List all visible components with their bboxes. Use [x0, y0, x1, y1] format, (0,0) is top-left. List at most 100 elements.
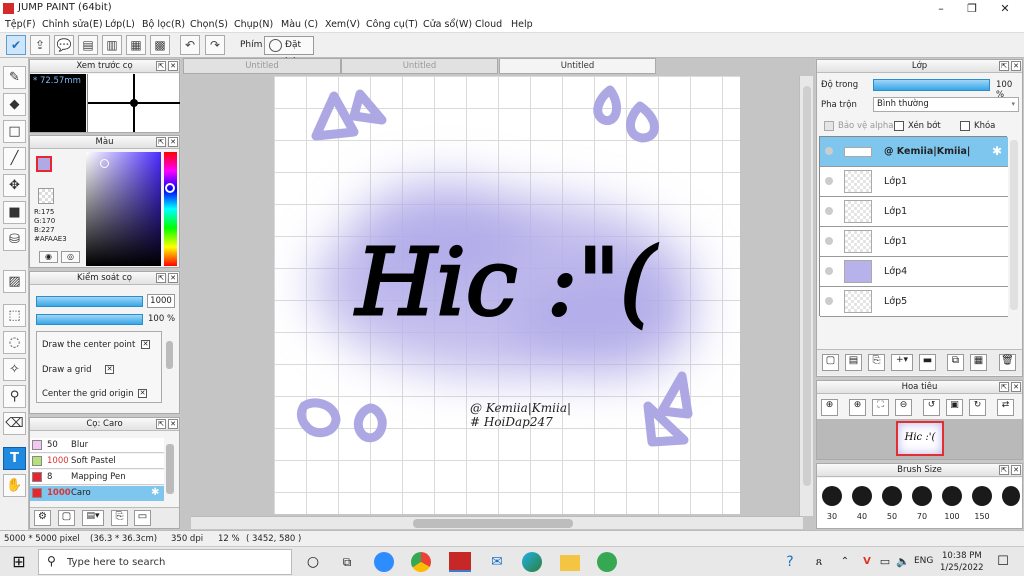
mail-icon[interactable]: ✉ — [486, 551, 508, 573]
folder-icon[interactable]: ▬ — [919, 354, 936, 371]
menu-edit[interactable]: Chỉnh sửa(E) — [42, 19, 103, 30]
layer-list-scrollbar[interactable] — [1010, 140, 1018, 310]
flip-icon[interactable]: ⇄ — [997, 399, 1014, 416]
foreground-color-swatch[interactable] — [36, 156, 52, 172]
saturation-value-picker[interactable] — [86, 152, 161, 266]
menu-filter[interactable]: Bộ lọc(R) — [142, 19, 185, 30]
vertical-scrollbar[interactable] — [799, 76, 813, 516]
hand-tool-icon[interactable]: ✋ — [3, 474, 26, 497]
brush-copy-icon[interactable]: ⎘ — [111, 510, 128, 526]
panel-close-icon[interactable]: ✕ — [1011, 382, 1021, 392]
merge-icon[interactable]: ⧉ — [947, 354, 964, 371]
menu-capture[interactable]: Chụp(N) — [234, 19, 273, 30]
help-icon[interactable]: ? — [779, 551, 801, 573]
menu-color[interactable]: Màu (C) — [281, 19, 318, 30]
eraser-tool-icon[interactable]: ◆ — [3, 93, 26, 116]
brush-item-blur[interactable]: 50 Blur — [30, 438, 164, 453]
options-scrollbar[interactable] — [166, 341, 173, 369]
rotate-right-icon[interactable]: ↻ — [969, 399, 986, 416]
export-icon[interactable]: ⇪ — [30, 35, 50, 55]
folder-icon[interactable]: ▭ — [134, 510, 151, 526]
panel-close-icon[interactable]: ✕ — [168, 137, 178, 147]
layer-row[interactable]: @ Kemiia|Kmiia| ✱ — [820, 137, 1008, 167]
visibility-icon[interactable] — [825, 177, 833, 185]
undo-button[interactable]: ↶ — [180, 35, 200, 55]
panel-float-icon[interactable]: ⇱ — [999, 382, 1009, 392]
rotate-left-icon[interactable]: ↺ — [923, 399, 940, 416]
grid-origin-checkbox[interactable]: ✕ — [138, 389, 147, 398]
fill-rect-icon[interactable]: ■ — [3, 201, 26, 224]
panel-close-icon[interactable]: ✕ — [168, 419, 178, 429]
chevron-up-icon[interactable]: ⌃ — [834, 551, 856, 573]
brush-size-dot[interactable] — [912, 486, 932, 506]
close-button[interactable]: ✕ — [990, 1, 1020, 16]
check-icon[interactable]: ✔ — [6, 35, 26, 55]
drawing-canvas[interactable]: Hic :"( @ Kemiia|Kmiia| # HoiDap247 — [274, 76, 740, 514]
draw-grid-checkbox[interactable]: ✕ — [105, 365, 114, 374]
panel-close-icon[interactable]: ✕ — [1011, 61, 1021, 71]
brush-size-slider[interactable] — [36, 296, 143, 307]
app-green-icon[interactable] — [597, 552, 617, 572]
document-icon[interactable]: ▥ — [102, 35, 122, 55]
brush-opacity-slider[interactable] — [36, 314, 143, 325]
brush-size-field[interactable]: 1000 — [147, 294, 175, 308]
select-eraser-icon[interactable]: ⌫ — [3, 412, 26, 435]
clock-date[interactable]: 1/25/2022 — [940, 563, 984, 573]
tab-untitled-3[interactable]: Untitled — [499, 58, 656, 74]
windows-start-icon[interactable]: ⊞ — [8, 551, 30, 573]
task-view-icon[interactable]: ⧉ — [336, 551, 358, 573]
zoom-in-icon[interactable]: ⊕ — [849, 399, 866, 416]
layer-settings-icon[interactable]: ▦ — [970, 354, 987, 371]
brush-size-dot[interactable] — [822, 486, 842, 506]
panel-float-icon[interactable]: ⇱ — [999, 465, 1009, 475]
visibility-icon[interactable] — [825, 237, 833, 245]
menu-help[interactable]: Help — [511, 19, 533, 30]
jump-paint-app-icon[interactable] — [449, 552, 471, 572]
tab-untitled-1[interactable]: Untitled — [183, 58, 341, 74]
clock-time[interactable]: 10:38 PM — [942, 551, 982, 561]
menu-window[interactable]: Cửa sổ(W) — [423, 19, 472, 30]
panel-close-icon[interactable]: ✕ — [168, 61, 178, 71]
protect-alpha-checkbox[interactable] — [824, 121, 834, 131]
trash-icon[interactable]: 🗑 — [999, 354, 1016, 371]
brush-item-soft-pastel[interactable]: 1000 Soft Pastel — [30, 454, 164, 469]
reset-button[interactable]: Đặt lại — [264, 36, 314, 67]
blend-mode-select[interactable]: Bình thường ▾ — [873, 97, 1019, 112]
tab-untitled-2[interactable]: Untitled — [341, 58, 498, 74]
comment-icon[interactable]: 💬 — [54, 35, 74, 55]
speaker-icon[interactable]: 🔈 — [892, 551, 914, 573]
horizontal-scrollbar[interactable] — [191, 516, 803, 529]
clip-checkbox[interactable] — [894, 121, 904, 131]
layer-row[interactable]: Lớp5 — [820, 287, 1008, 317]
move-tool-icon[interactable]: ✥ — [3, 174, 26, 197]
minimize-button[interactable]: – — [926, 1, 956, 16]
navigator-view[interactable]: Hic :'( — [817, 419, 1022, 459]
file-explorer-icon[interactable] — [560, 555, 580, 571]
hue-slider[interactable] — [164, 152, 177, 266]
gear-icon[interactable]: ✱ — [992, 144, 1002, 158]
zoom-fit-icon[interactable]: ⊕ — [821, 399, 838, 416]
notification-icon[interactable]: ☐ — [992, 551, 1014, 573]
line-tool-icon[interactable]: ╱ — [3, 147, 26, 170]
panel-float-icon[interactable]: ⇱ — [999, 61, 1009, 71]
new-raster-icon[interactable]: ▤ — [845, 354, 862, 371]
brush-list-scrollbar[interactable] — [166, 444, 174, 494]
brush-size-dot[interactable] — [882, 486, 902, 506]
panel-float-icon[interactable]: ⇱ — [156, 273, 166, 283]
people-icon[interactable]: ጸ — [808, 551, 830, 573]
brush-settings-icon[interactable]: ⚙ — [34, 510, 51, 526]
brush-menu-icon[interactable]: ▤▾ — [82, 510, 104, 526]
color-palette-icon[interactable]: ◉ — [39, 251, 58, 263]
panel-float-icon[interactable]: ⇱ — [156, 137, 166, 147]
panel-float-icon[interactable]: ⇱ — [156, 61, 166, 71]
select-tool-icon[interactable]: ⬚ — [3, 304, 26, 327]
gradient-tool-icon[interactable]: ▨ — [3, 270, 26, 293]
new-brush-icon[interactable]: ▢ — [58, 510, 75, 526]
redo-button[interactable]: ↷ — [205, 35, 225, 55]
visibility-icon[interactable] — [825, 267, 833, 275]
layer-row[interactable]: Lớp4 — [820, 257, 1008, 287]
menu-tools[interactable]: Công cụ(T) — [366, 19, 418, 30]
layer-row[interactable]: Lớp1 — [820, 167, 1008, 197]
panel-float-icon[interactable]: ⇱ — [156, 419, 166, 429]
bucket-tool-icon[interactable]: ⛁ — [3, 228, 26, 251]
